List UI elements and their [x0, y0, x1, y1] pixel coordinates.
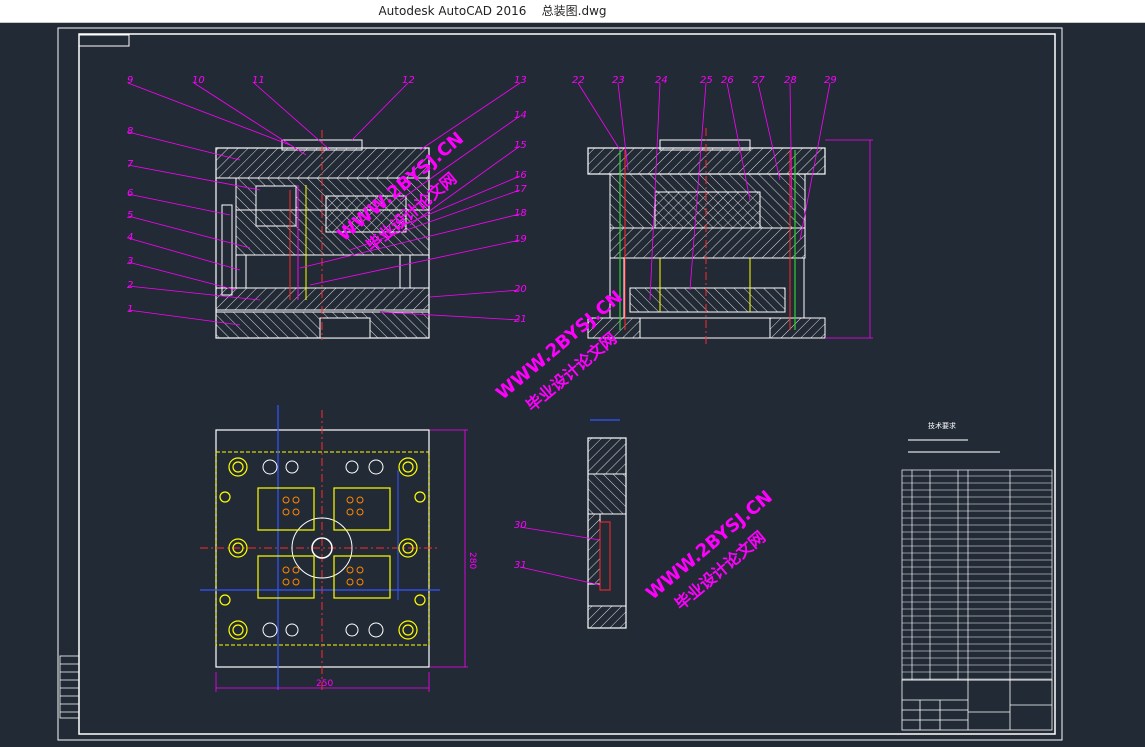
callout-21: 21: [514, 314, 527, 325]
callout-24: 24: [655, 75, 668, 86]
notes-title: 技术要求: [928, 421, 956, 430]
side-view: [587, 128, 873, 345]
watermark-2: WWW.2BYSJ.CN 毕业设计论文网: [492, 287, 627, 416]
callout-15: 15: [514, 140, 527, 151]
title-block: [901, 679, 1053, 731]
side-callout-labels: 22 23 24 25 26 27 28 29: [572, 75, 837, 86]
callout-1: 1: [127, 304, 133, 315]
section-callout-labels: 30 31: [514, 520, 527, 571]
left-margin-table: [59, 655, 80, 719]
notes-lines: [908, 439, 1000, 453]
watermark-3: WWW.2BYSJ.CN 毕业设计论文网: [642, 487, 777, 614]
callout-11: 11: [252, 75, 265, 86]
callout-19: 19: [514, 234, 527, 245]
callout-28: 28: [784, 75, 797, 86]
callout-16: 16: [514, 170, 527, 181]
plan-view: [200, 405, 468, 692]
callout-20: 20: [514, 284, 527, 295]
callout-30: 30: [514, 520, 527, 531]
callout-29: 29: [824, 75, 837, 86]
corner-box: [78, 34, 130, 47]
dim-height: 280: [467, 552, 477, 569]
parts-list: [901, 469, 1053, 681]
parts-rows: [902, 475, 1052, 680]
callout-27: 27: [752, 75, 765, 86]
callout-13: 13: [514, 75, 527, 86]
callout-4: 4: [127, 232, 133, 243]
callout-22: 22: [572, 75, 585, 86]
callout-17: 17: [514, 184, 527, 195]
title-bar: Autodesk AutoCAD 2016 总装图.dwg: [0, 0, 1145, 23]
callout-5: 5: [127, 210, 133, 221]
callout-6: 6: [127, 188, 133, 199]
callout-31: 31: [514, 560, 527, 571]
cad-drawing: 9 10 11 12 13 8 7 6 5 4 3 2 1 14 15 16 1…: [57, 27, 1063, 741]
dim-width: 250: [316, 679, 333, 689]
callout-25: 25: [700, 75, 713, 86]
callout-23: 23: [612, 75, 625, 86]
callout-12: 12: [402, 75, 415, 86]
callout-18: 18: [514, 208, 527, 219]
window-title: Autodesk AutoCAD 2016 总装图.dwg: [378, 4, 607, 18]
callout-2: 2: [127, 280, 133, 291]
callout-26: 26: [721, 75, 734, 86]
callout-7: 7: [127, 159, 134, 170]
section-view: [519, 419, 627, 629]
callout-9: 9: [127, 75, 133, 86]
callout-10: 10: [192, 75, 205, 86]
drawing-canvas[interactable]: 9 10 11 12 13 8 7 6 5 4 3 2 1 14 15 16 1…: [0, 23, 1145, 743]
callout-3: 3: [127, 256, 133, 267]
callout-14: 14: [514, 110, 527, 121]
callout-8: 8: [127, 126, 133, 137]
